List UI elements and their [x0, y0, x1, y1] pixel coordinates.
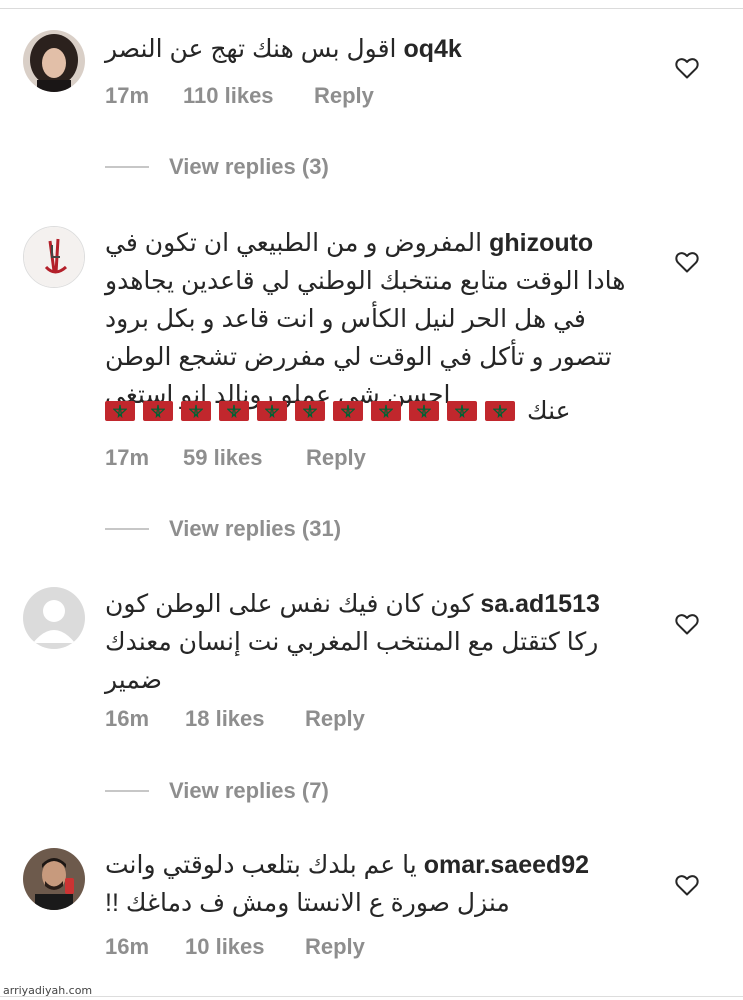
comment-body-tail-text: عنك	[527, 397, 571, 425]
comment-time: 16m	[105, 934, 150, 959]
heart-outline-icon[interactable]	[675, 251, 699, 273]
avatar[interactable]	[23, 30, 85, 92]
top-divider	[0, 0, 743, 9]
comment-username[interactable]: ghizouto	[489, 229, 593, 257]
heart-outline-icon[interactable]	[675, 874, 699, 896]
view-replies-button[interactable]: View replies (31)	[105, 516, 341, 542]
watermark: arriyadiyah.com	[3, 984, 93, 997]
comment-meta: 17m 110 likes Reply	[105, 83, 374, 109]
view-replies-button[interactable]: View replies (3)	[105, 154, 329, 180]
avatar[interactable]	[23, 226, 85, 288]
comment-text: sa.ad1513 كون كان فيك نفس على الوطن كون …	[105, 585, 635, 699]
comment-body: اقول بس هنك تهج عن النصر	[105, 35, 397, 63]
heart-outline-icon[interactable]	[675, 57, 699, 79]
comment-text: oq4k اقول بس هنك تهج عن النصر	[105, 30, 635, 68]
view-replies-label: View replies (3)	[169, 154, 329, 179]
divider-line	[105, 166, 149, 168]
comment-likes[interactable]: 10 likes	[185, 934, 305, 960]
reply-button[interactable]: Reply	[305, 934, 365, 960]
comment-meta: 17m 59 likes Reply	[105, 445, 366, 471]
morocco-flag-icon	[257, 401, 287, 421]
morocco-flag-icon	[371, 401, 401, 421]
avatar[interactable]	[23, 848, 85, 910]
divider-line	[105, 528, 149, 530]
comment-likes[interactable]: 59 likes	[183, 445, 306, 471]
bottom-divider	[0, 996, 743, 997]
comment-time: 17m	[105, 83, 150, 108]
comment-text: ghizouto المفروض و من الطبيعي ان تكون في…	[105, 224, 635, 414]
reply-button[interactable]: Reply	[314, 83, 374, 109]
comment-username[interactable]: omar.saeed92	[424, 851, 589, 879]
view-replies-label: View replies (31)	[169, 516, 342, 541]
comment-meta: 16m 18 likes Reply	[105, 706, 365, 732]
view-replies-button[interactable]: View replies (7)	[105, 778, 329, 804]
comment-likes[interactable]: 110 likes	[183, 83, 314, 109]
default-avatar-icon	[23, 587, 85, 649]
morocco-flag-icon	[333, 401, 363, 421]
comment-meta: 16m 10 likes Reply	[105, 934, 365, 960]
morocco-flag-icon	[143, 401, 173, 421]
comment-username[interactable]: oq4k	[403, 35, 461, 63]
reply-button[interactable]: Reply	[306, 445, 366, 471]
comment-body-tail: عنك	[105, 397, 571, 425]
heart-outline-icon[interactable]	[675, 613, 699, 635]
comment-text: omar.saeed92 يا عم بلدك بتلعب دلوقتي وان…	[105, 846, 635, 922]
morocco-flag-icon	[295, 401, 325, 421]
morocco-flag-icon	[485, 401, 515, 421]
avatar[interactable]	[23, 587, 85, 649]
comment-time: 17m	[105, 445, 150, 470]
view-replies-label: View replies (7)	[169, 778, 329, 803]
comment-time: 16m	[105, 706, 150, 731]
flag-row	[105, 401, 523, 421]
comment-username[interactable]: sa.ad1513	[480, 590, 600, 618]
divider-line	[105, 790, 149, 792]
morocco-flag-icon	[105, 401, 135, 421]
reply-button[interactable]: Reply	[305, 706, 365, 732]
morocco-flag-icon	[181, 401, 211, 421]
comment-likes[interactable]: 18 likes	[185, 706, 305, 732]
morocco-flag-icon	[219, 401, 249, 421]
morocco-flag-icon	[447, 401, 477, 421]
morocco-flag-icon	[409, 401, 439, 421]
